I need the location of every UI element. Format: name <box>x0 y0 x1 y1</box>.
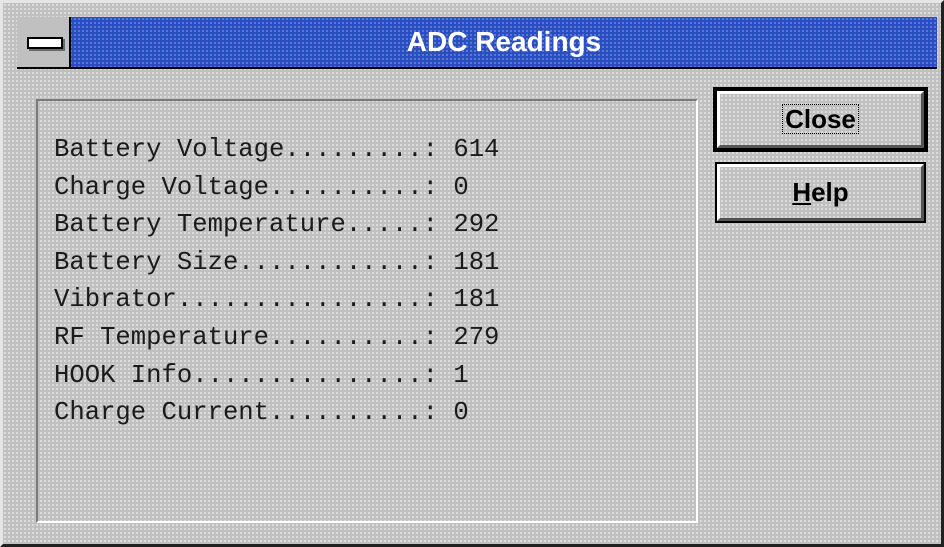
reading-label: Battery Temperature..... <box>54 210 423 240</box>
reading-label: HOOK Info............... <box>54 360 423 390</box>
reading-separator: : <box>422 247 454 277</box>
reading-value: 614 <box>453 135 500 164</box>
reading-row-battery-temperature: Battery Temperature.....: 292 <box>54 206 499 244</box>
reading-row-hook-info: HOOK Info...............: 1 <box>54 357 499 395</box>
close-button[interactable]: Close <box>713 87 928 152</box>
reading-separator: : <box>422 172 454 202</box>
reading-value: 181 <box>453 285 500 315</box>
reading-separator: : <box>422 210 454 240</box>
help-label-rest: elp <box>811 177 849 207</box>
reading-separator: : <box>422 360 454 390</box>
readings-list: Battery Voltage.........: 614 Charge Vol… <box>54 131 499 432</box>
reading-label: Vibrator................ <box>54 285 423 315</box>
help-hotkey: H <box>792 177 812 207</box>
reading-value: 0 <box>453 172 469 202</box>
reading-separator: : <box>422 322 454 352</box>
reading-separator: : <box>422 398 454 428</box>
reading-row-battery-size: Battery Size............: 181 <box>54 244 499 282</box>
reading-label: Charge Voltage.......... <box>54 172 423 202</box>
readings-panel: Battery Voltage.........: 614 Charge Vol… <box>36 99 698 523</box>
reading-row-vibrator: Vibrator................: 181 <box>54 281 499 319</box>
reading-value: 292 <box>453 210 500 240</box>
window-title: ADC Readings <box>406 26 602 57</box>
reading-label: Battery Voltage......... <box>54 135 423 164</box>
reading-row-rf-temperature: RF Temperature..........: 279 <box>54 319 499 357</box>
reading-row-battery-voltage: Battery Voltage.........: 614 <box>54 131 499 169</box>
system-menu-icon <box>27 37 63 49</box>
title-bar[interactable]: ADC Readings <box>17 17 937 69</box>
close-button-label: Close <box>782 104 859 134</box>
reading-separator: : <box>422 285 454 315</box>
help-button[interactable]: Help <box>715 162 926 223</box>
system-menu-button[interactable] <box>17 17 71 67</box>
reading-row-charge-voltage: Charge Voltage..........: 0 <box>54 169 499 207</box>
reading-label: Charge Current.......... <box>54 398 423 428</box>
reading-separator: : <box>422 135 454 164</box>
reading-value: 181 <box>453 247 500 277</box>
reading-value: 0 <box>453 398 469 428</box>
help-button-label: Help <box>792 179 848 205</box>
reading-label: RF Temperature.......... <box>54 322 423 352</box>
reading-label: Battery Size............ <box>54 247 423 277</box>
adc-readings-dialog: ADC Readings Battery Voltage.........: 6… <box>0 0 944 547</box>
reading-value: 279 <box>453 322 500 352</box>
reading-row-charge-current: Charge Current..........: 0 <box>54 394 499 432</box>
reading-value: 1 <box>453 360 469 390</box>
